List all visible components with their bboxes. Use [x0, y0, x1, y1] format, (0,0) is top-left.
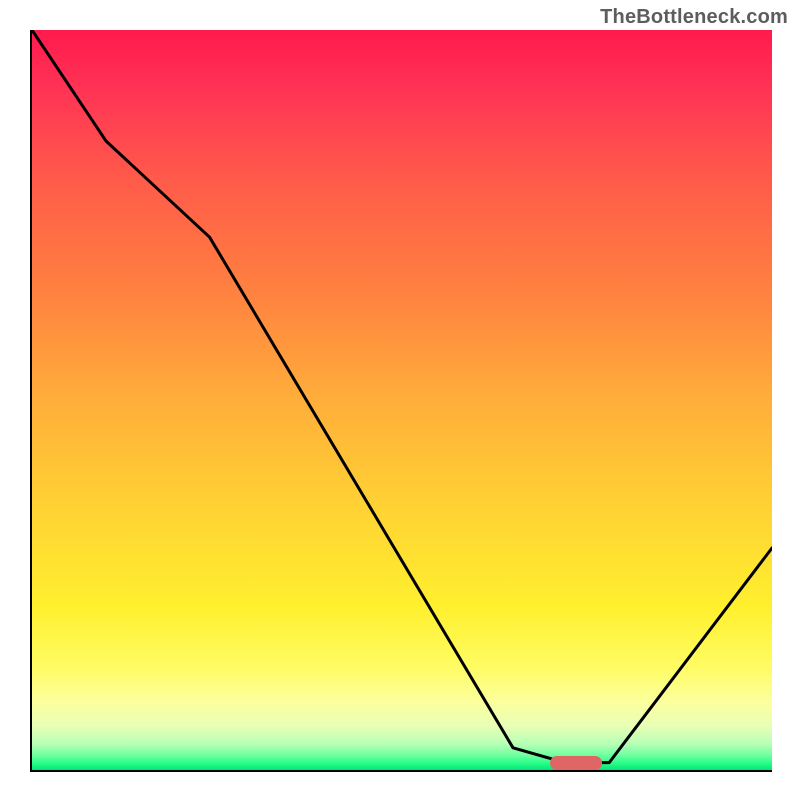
plot-area	[30, 30, 772, 772]
optimal-marker	[550, 756, 602, 770]
bottleneck-curve	[32, 30, 772, 770]
chart-container: TheBottleneck.com	[0, 0, 800, 800]
attribution-label: TheBottleneck.com	[600, 6, 788, 29]
